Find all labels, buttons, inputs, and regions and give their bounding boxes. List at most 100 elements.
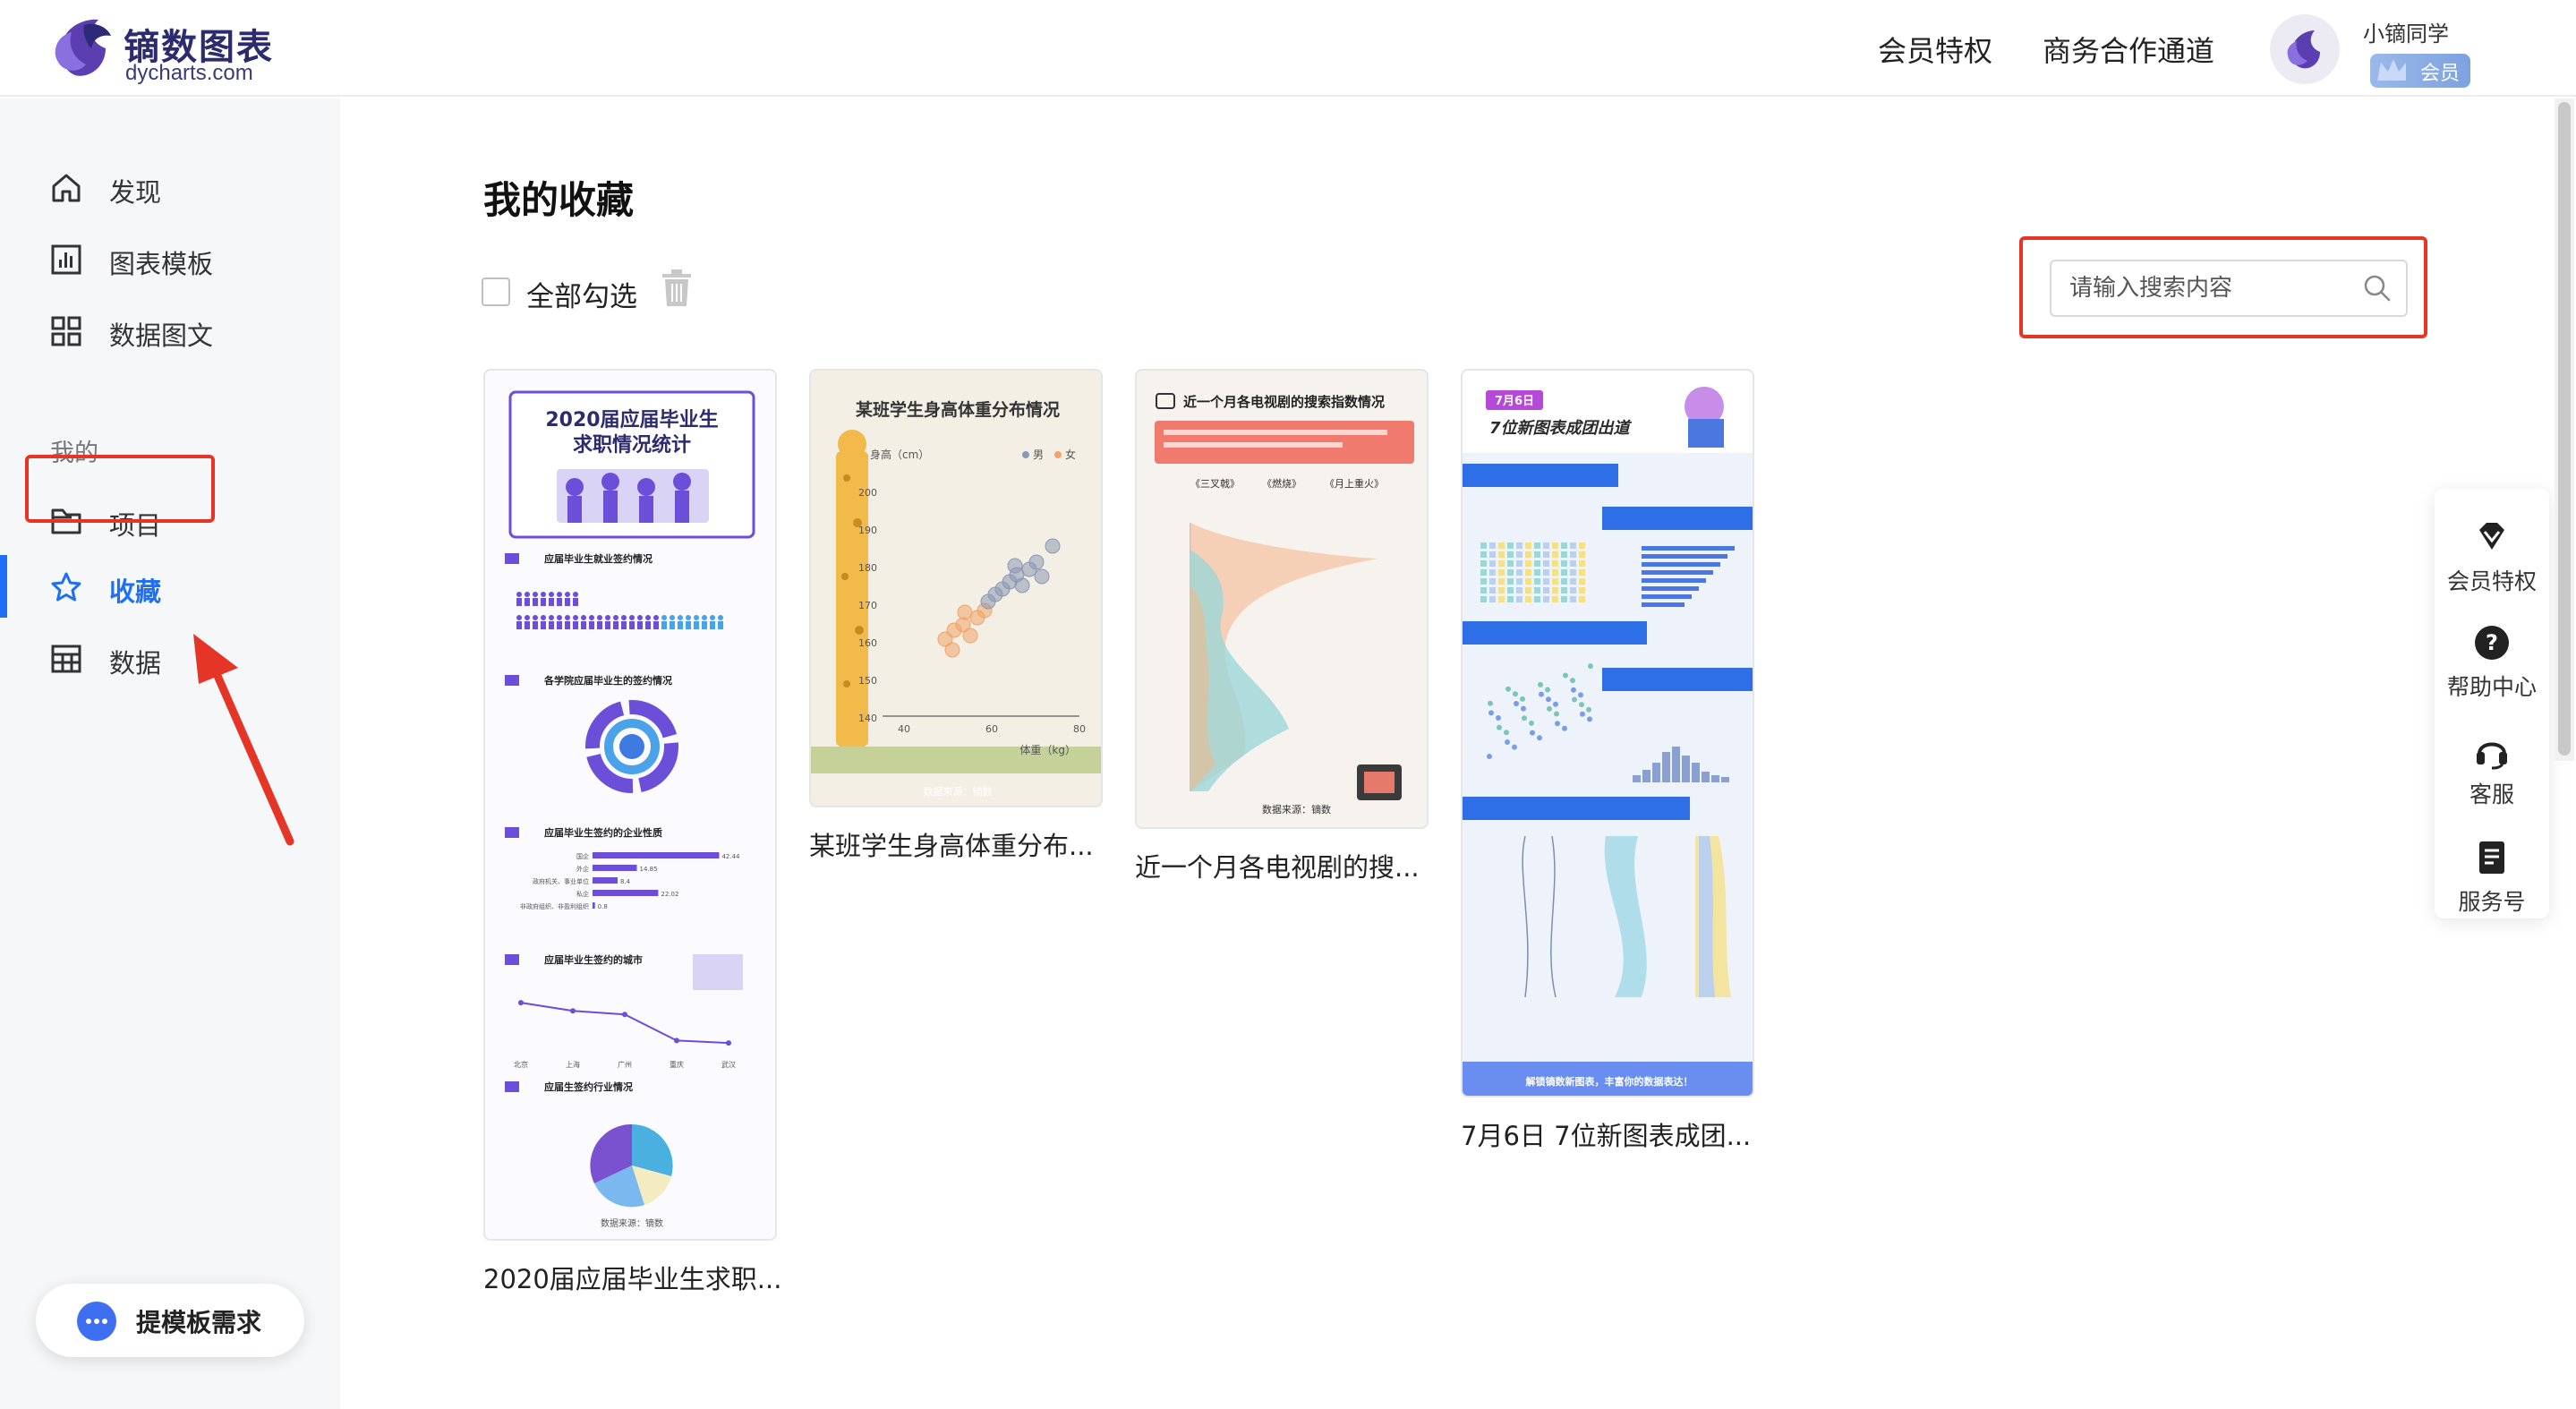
search-box[interactable] bbox=[2050, 260, 2408, 317]
legend-item: 《燃烧》 bbox=[1262, 477, 1301, 490]
bar bbox=[1642, 562, 1720, 567]
point bbox=[1512, 744, 1517, 750]
waffle-cell bbox=[1525, 587, 1531, 593]
page-title: 我的收藏 bbox=[483, 178, 635, 222]
person-head bbox=[581, 615, 586, 620]
nav-business-link[interactable]: 商务合作通道 bbox=[2043, 29, 2214, 70]
x-axis-ticks: 40 60 80 bbox=[898, 723, 1086, 735]
waffle-cell bbox=[1498, 560, 1505, 567]
select-all-checkbox[interactable] bbox=[482, 278, 510, 306]
card-thumbnail: 某班学生身高体重分布情况 身高（cm） 男 女 200 190 180 170 160 1… bbox=[811, 399, 1101, 798]
avatar[interactable] bbox=[2270, 14, 2340, 84]
y-axis-label: 身高（cm） bbox=[870, 448, 929, 461]
bar-label: 国企 bbox=[576, 852, 589, 860]
point bbox=[1497, 724, 1502, 730]
point bbox=[1572, 696, 1577, 703]
people-row bbox=[516, 615, 723, 629]
person-body bbox=[557, 621, 562, 629]
point bbox=[1546, 696, 1551, 703]
float-item-service[interactable]: 客服 bbox=[2435, 718, 2549, 816]
waffle-cell bbox=[1570, 578, 1576, 585]
trash-icon[interactable] bbox=[659, 269, 695, 308]
waffle-cell bbox=[1498, 596, 1505, 602]
sidebar-item-data-graphics[interactable]: 数据图文 bbox=[50, 306, 319, 356]
waffle-cell bbox=[1579, 578, 1585, 585]
thumb-section-4: 应届毕业生签约的城市 bbox=[544, 953, 643, 966]
scrollbar-thumb[interactable] bbox=[2558, 102, 2571, 756]
favorite-card-graduate-employment[interactable]: 2020届应届毕业生 求职情况统计 应届毕业生就业签约情况 各学院应届毕业生的签… bbox=[483, 369, 777, 1241]
card-title[interactable]: 某班学生身高体重分布... bbox=[809, 825, 1094, 863]
waffle-cell bbox=[1525, 560, 1531, 567]
point bbox=[1578, 692, 1583, 698]
favorite-card-new-charts[interactable]: 7月6日 7位新图表成团出道 解锁镝数新图表，丰富你的数据表达！ bbox=[1461, 369, 1754, 1097]
person-head bbox=[525, 615, 530, 620]
sidebar-item-discover[interactable]: 发现 bbox=[50, 163, 319, 213]
bar bbox=[1642, 554, 1727, 559]
card-title[interactable]: 近一个月各电视剧的搜... bbox=[1135, 847, 1420, 884]
person-head bbox=[678, 615, 683, 620]
point bbox=[1506, 686, 1511, 692]
waffle-cell bbox=[1480, 542, 1487, 549]
person-head bbox=[637, 615, 643, 620]
waffle-cell bbox=[1489, 542, 1496, 549]
page-scrollbar[interactable] bbox=[2555, 98, 2574, 761]
y-tick-label: 180 bbox=[858, 562, 877, 574]
waffle-cell bbox=[1561, 551, 1567, 558]
waffle-cell bbox=[1570, 551, 1576, 558]
person-body bbox=[686, 621, 691, 629]
waffle-cell bbox=[1543, 542, 1549, 549]
float-item-service-account[interactable]: 服务号 bbox=[2435, 825, 2549, 924]
nav-vip-link[interactable]: 会员特权 bbox=[1878, 29, 1992, 70]
crown-icon bbox=[2377, 59, 2406, 81]
person-head bbox=[605, 615, 610, 620]
card-title[interactable]: 2020届应届毕业生求职... bbox=[483, 1259, 781, 1296]
waffle-cell bbox=[1525, 542, 1531, 549]
person-body bbox=[613, 621, 618, 629]
search-icon[interactable] bbox=[2363, 274, 2392, 303]
person-body bbox=[533, 598, 538, 606]
data-label: 42.44 bbox=[721, 853, 740, 860]
person-body bbox=[549, 598, 554, 606]
favorite-card-height-weight[interactable]: 某班学生身高体重分布情况 身高（cm） 男 女 200 190 180 170 160 1… bbox=[809, 369, 1103, 807]
x-tick-label: 80 bbox=[1073, 723, 1086, 735]
point bbox=[1563, 672, 1568, 679]
sidebar-item-chart-templates[interactable]: 图表模板 bbox=[50, 235, 319, 285]
waffle-cell bbox=[1552, 542, 1558, 549]
point bbox=[518, 1000, 524, 1006]
point bbox=[1007, 558, 1023, 574]
float-item-label: 服务号 bbox=[2458, 889, 2526, 915]
thumb-title: 7位新图表成团出道 bbox=[1489, 419, 1633, 438]
x-tick-label: 上海 bbox=[566, 1060, 580, 1069]
person-head bbox=[573, 592, 578, 597]
point bbox=[1586, 706, 1591, 713]
person-body bbox=[597, 621, 602, 629]
float-item-vip[interactable]: 会员特权 bbox=[2435, 505, 2549, 603]
bar bbox=[1642, 570, 1713, 575]
person-body bbox=[718, 621, 723, 629]
waffle-cell bbox=[1534, 560, 1540, 567]
person-head bbox=[613, 615, 618, 620]
point bbox=[1545, 687, 1550, 693]
y-tick-label: 160 bbox=[858, 637, 877, 649]
logo[interactable]: 镝数图表 dycharts.com bbox=[52, 13, 285, 85]
search-input[interactable] bbox=[2051, 261, 2356, 315]
request-template-button[interactable]: 提模板需求 bbox=[36, 1284, 304, 1357]
person-head bbox=[533, 592, 538, 597]
data-label: 0.8 bbox=[598, 903, 608, 910]
waffle-cell bbox=[1570, 560, 1576, 567]
waffle-cell bbox=[1525, 596, 1531, 602]
waffle-cell bbox=[1579, 587, 1585, 593]
waffle-cell bbox=[1525, 551, 1531, 558]
sidebar-item-favorites[interactable]: 收藏 bbox=[50, 562, 319, 612]
user-name[interactable]: 小镝同学 bbox=[2363, 16, 2449, 47]
card-title[interactable]: 7月6日 7位新图表成团... bbox=[1461, 1115, 1751, 1153]
float-item-help[interactable]: ? 帮助中心 bbox=[2435, 611, 2549, 709]
point bbox=[1505, 739, 1510, 745]
person-head bbox=[557, 592, 562, 597]
person-body bbox=[678, 621, 683, 629]
favorite-card-tv-search-index[interactable]: 近一个月各电视剧的搜索指数情况 《三叉戟》 《燃烧》 《月上重火》 数据来源：镝… bbox=[1135, 369, 1429, 829]
point bbox=[1588, 663, 1593, 670]
point bbox=[726, 1040, 731, 1046]
point bbox=[1562, 725, 1567, 731]
bar-chart: 国企 42.44 外企 14.85 政府机关、事业单位 8.4 私企 22.02 非政府组织、非… bbox=[520, 852, 740, 910]
